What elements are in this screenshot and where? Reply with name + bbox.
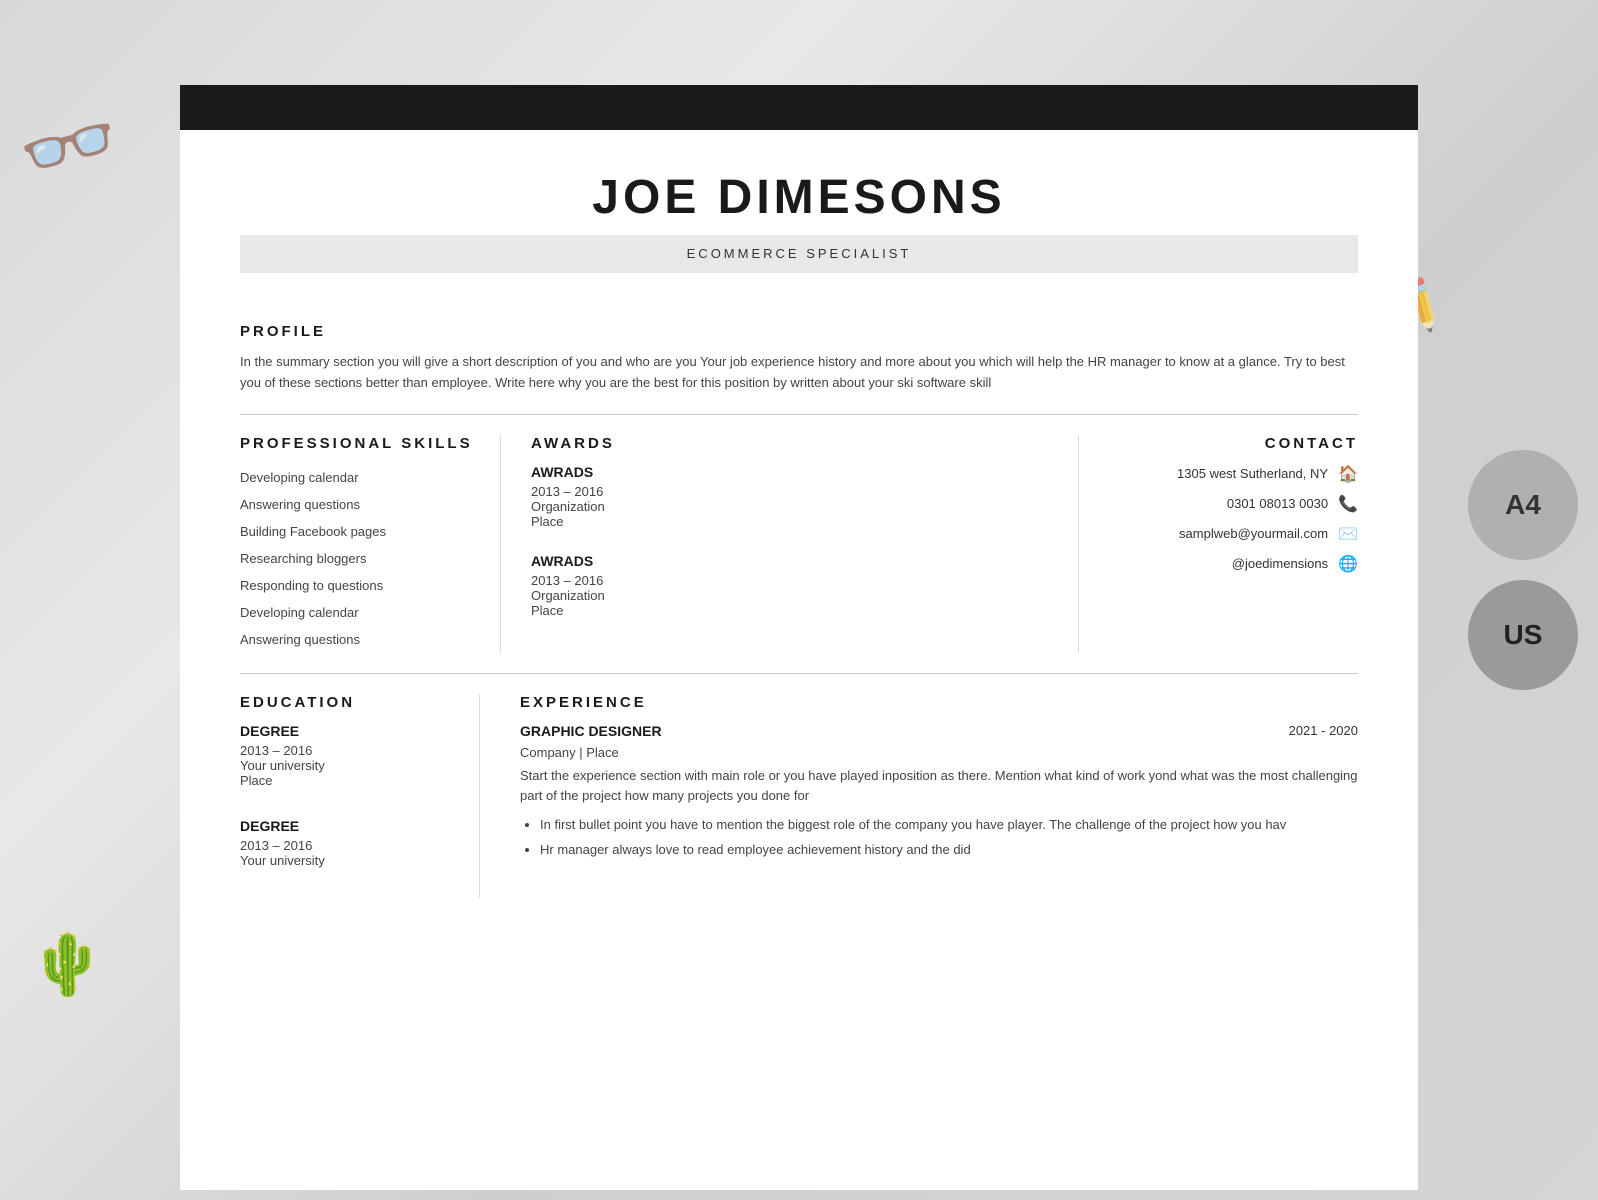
contact-heading: CONTACT	[1109, 435, 1358, 452]
skill-item: Answering questions	[240, 626, 480, 653]
profile-text: In the summary section you will give a s…	[240, 352, 1358, 394]
skill-item: Answering questions	[240, 491, 480, 518]
awards-heading: AWARDS	[531, 435, 1048, 452]
award-title: AWRADS	[531, 553, 1048, 569]
contact-website-text: @joedimensions	[1232, 556, 1328, 571]
exp-bullet: Hr manager always love to read employee …	[540, 840, 1358, 861]
award-title: AWRADS	[531, 464, 1048, 480]
phone-icon: 📞	[1338, 494, 1358, 514]
contact-email-text: samplweb@yourmail.com	[1179, 526, 1328, 541]
skill-item: Researching bloggers	[240, 545, 480, 572]
education-heading: EDUCATION	[240, 694, 449, 711]
contact-phone-row: 0301 08013 0030 📞	[1109, 494, 1358, 514]
skills-column: PROFESSIONAL SKILLS Developing calendarA…	[240, 435, 500, 653]
experience-heading: EXPERIENCE	[520, 694, 1358, 711]
experience-entry: GRAPHIC DESIGNER 2021 - 2020 Company | P…	[520, 723, 1358, 861]
experience-column: EXPERIENCE GRAPHIC DESIGNER 2021 - 2020 …	[480, 694, 1358, 898]
profile-heading: PROFILE	[240, 323, 1358, 340]
edu-university: Your university	[240, 758, 449, 773]
resume-paper: JOE DIMESONS ECOMMERCE SPECIALIST PROFIL…	[180, 130, 1418, 1190]
us-circle[interactable]: US	[1468, 580, 1578, 690]
edu-degree: DEGREE	[240, 723, 449, 739]
edu-university: Your university	[240, 853, 449, 868]
skill-item: Responding to questions	[240, 572, 480, 599]
contact-column: CONTACT 1305 west Sutherland, NY 🏠 0301 …	[1078, 435, 1358, 653]
two-column-section: EDUCATION DEGREE 2013 – 2016 Your univer…	[240, 694, 1358, 898]
globe-icon: 🌐	[1338, 554, 1358, 574]
experience-list: GRAPHIC DESIGNER 2021 - 2020 Company | P…	[520, 723, 1358, 861]
awards-column: AWARDS AWRADS 2013 – 2016 Organization P…	[500, 435, 1078, 653]
education-column: EDUCATION DEGREE 2013 – 2016 Your univer…	[240, 694, 480, 898]
contact-address-text: 1305 west Sutherland, NY	[1177, 466, 1328, 481]
email-icon: ✉️	[1338, 524, 1358, 544]
award-date: 2013 – 2016	[531, 484, 1048, 499]
skills-heading: PROFESSIONAL SKILLS	[240, 435, 480, 452]
award-entry: AWRADS 2013 – 2016 Organization Place	[531, 464, 1048, 529]
award-org: Organization	[531, 588, 1048, 603]
contact-address-row: 1305 west Sutherland, NY 🏠	[1109, 464, 1358, 484]
exp-dates: 2021 - 2020	[1289, 723, 1358, 738]
title-bar: ECOMMERCE SPECIALIST	[240, 235, 1358, 273]
education-list: DEGREE 2013 – 2016 Your university Place…	[240, 723, 449, 868]
edu-date: 2013 – 2016	[240, 743, 449, 758]
name-section: JOE DIMESONS ECOMMERCE SPECIALIST	[180, 130, 1418, 293]
award-place: Place	[531, 603, 1048, 618]
awards-list: AWRADS 2013 – 2016 Organization Place AW…	[531, 464, 1048, 618]
exp-header: GRAPHIC DESIGNER 2021 - 2020	[520, 723, 1358, 739]
resume-title: ECOMMERCE SPECIALIST	[687, 246, 912, 261]
resume-main-content: PROFILE In the summary section you will …	[180, 293, 1418, 928]
exp-bullets-list: In first bullet point you have to mentio…	[520, 815, 1358, 861]
contact-email-row: samplweb@yourmail.com ✉️	[1109, 524, 1358, 544]
skill-item: Developing calendar	[240, 464, 480, 491]
exp-description: Start the experience section with main r…	[520, 766, 1358, 808]
us-label: US	[1504, 619, 1543, 651]
divider-1	[240, 414, 1358, 415]
skill-item: Building Facebook pages	[240, 518, 480, 545]
award-org: Organization	[531, 499, 1048, 514]
a4-label: A4	[1505, 489, 1541, 521]
edu-place: Place	[240, 773, 449, 788]
resume-name: JOE DIMESONS	[240, 170, 1358, 225]
home-icon: 🏠	[1338, 464, 1358, 484]
exp-bullet: In first bullet point you have to mentio…	[540, 815, 1358, 836]
education-entry: DEGREE 2013 – 2016 Your university Place	[240, 723, 449, 788]
contact-website-row: @joedimensions 🌐	[1109, 554, 1358, 574]
edu-degree: DEGREE	[240, 818, 449, 834]
exp-company: Company | Place	[520, 745, 1358, 760]
skills-list: Developing calendarAnswering questionsBu…	[240, 464, 480, 653]
edu-date: 2013 – 2016	[240, 838, 449, 853]
divider-2	[240, 673, 1358, 674]
award-date: 2013 – 2016	[531, 573, 1048, 588]
award-entry: AWRADS 2013 – 2016 Organization Place	[531, 553, 1048, 618]
cactus-decoration: 🌵	[30, 929, 105, 1000]
a4-circle[interactable]: A4	[1468, 450, 1578, 560]
skill-item: Developing calendar	[240, 599, 480, 626]
exp-job-title: GRAPHIC DESIGNER	[520, 723, 662, 739]
award-place: Place	[531, 514, 1048, 529]
contact-phone-text: 0301 08013 0030	[1227, 496, 1328, 511]
education-entry: DEGREE 2013 – 2016 Your university	[240, 818, 449, 868]
profile-section: PROFILE In the summary section you will …	[240, 323, 1358, 394]
three-column-section: PROFESSIONAL SKILLS Developing calendarA…	[240, 435, 1358, 653]
